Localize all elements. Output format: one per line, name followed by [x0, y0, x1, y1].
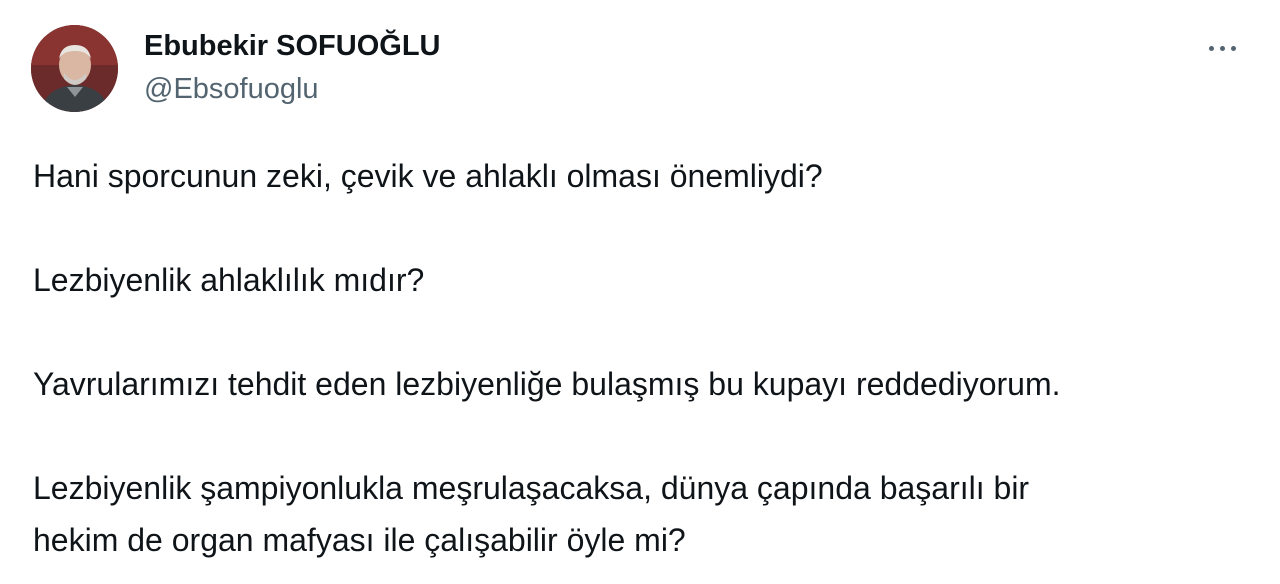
- author-handle[interactable]: @Ebsofuoglu: [144, 72, 440, 106]
- tweet-line: Lezbiyenlik şampiyonlukla meşrulaşacaksa…: [33, 470, 1030, 506]
- avatar[interactable]: [31, 25, 118, 112]
- tweet-paragraph: Hani sporcunun zeki, çevik ve ahlaklı ol…: [33, 158, 823, 194]
- more-options-icon: [1206, 45, 1239, 51]
- more-options-button[interactable]: [1196, 28, 1248, 68]
- tweet-paragraph: Lezbiyenlik ahlaklılık mıdır?: [33, 262, 425, 298]
- author-display-name[interactable]: Ebubekir SOFUOĞLU: [144, 28, 440, 64]
- profile-photo-icon: [31, 25, 118, 112]
- tweet-line: hekim de organ mafyası ile çalışabilir ö…: [33, 522, 686, 558]
- tweet-paragraph: Yavrularımızı tehdit eden lezbiyenliğe b…: [33, 366, 1061, 402]
- tweet-paragraph: Lezbiyenlik şampiyonlukla meşrulaşacaksa…: [33, 462, 1248, 566]
- author-info[interactable]: Ebubekir SOFUOĞLU @Ebsofuoglu: [144, 28, 440, 106]
- tweet-text: Hani sporcunun zeki, çevik ve ahlaklı ol…: [33, 150, 1248, 566]
- tweet-card: Ebubekir SOFUOĞLU @Ebsofuoglu Hani sporc…: [0, 0, 1280, 584]
